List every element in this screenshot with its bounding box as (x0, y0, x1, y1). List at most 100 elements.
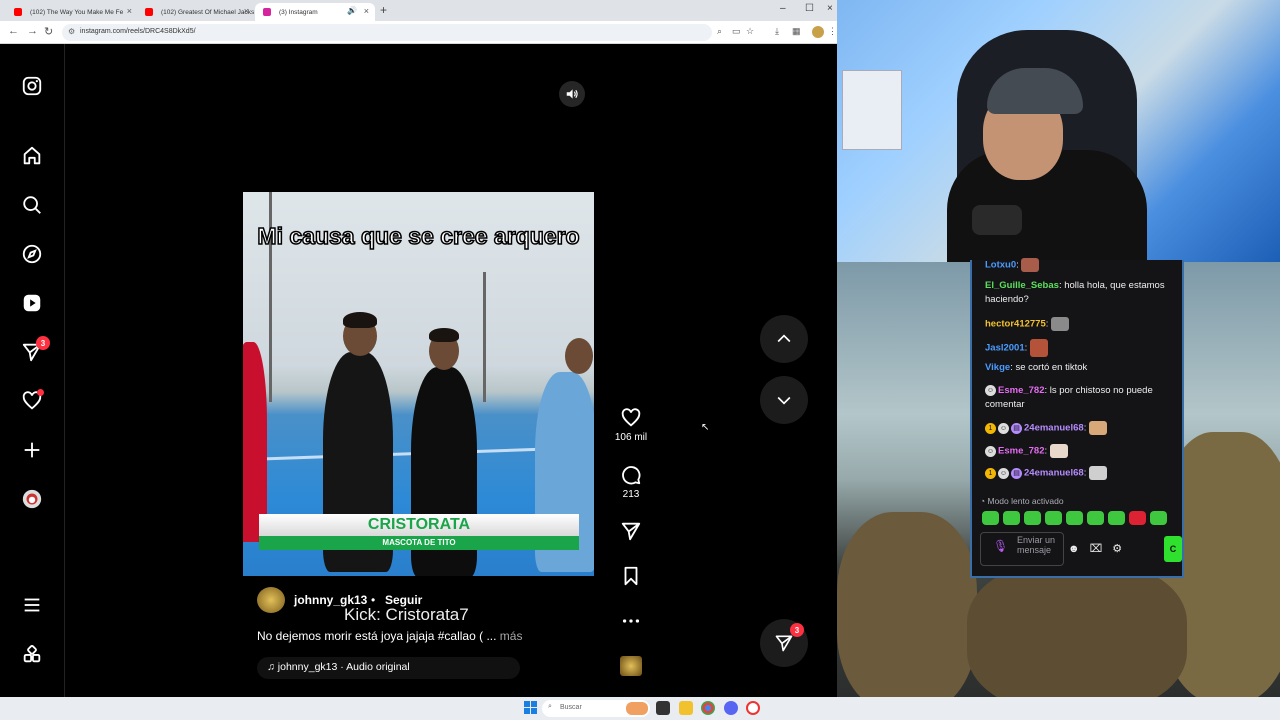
new-tab-button[interactable]: + (380, 3, 387, 17)
reel-player[interactable]: Mi causa que se cree arquero CRISTORATA … (243, 72, 594, 696)
audio-attribution[interactable]: ♫ johnny_gk13 · Audio original (257, 657, 520, 679)
emote-button[interactable] (1129, 511, 1146, 525)
back-icon[interactable]: ← (8, 25, 19, 37)
maximize-icon[interactable]: ☐ (805, 3, 814, 14)
sound-toggle-button[interactable] (559, 81, 585, 107)
tab-youtube-2[interactable]: (102) Greatest Of Michael Jacks × (137, 3, 255, 21)
emote-button[interactable] (982, 511, 999, 525)
reels-icon[interactable] (20, 291, 44, 315)
chat-username[interactable]: El_Guille_Sebas (985, 280, 1059, 291)
tab-youtube-1[interactable]: (102) The Way You Make Me Fe × (6, 3, 138, 21)
author-avatar[interactable] (257, 587, 285, 613)
settings-gear-icon[interactable]: ⚙ (1112, 542, 1122, 556)
gift-icon[interactable]: ⌧ (1090, 542, 1103, 556)
audio-playing-icon[interactable]: 🔊 (347, 6, 357, 15)
previous-reel-button[interactable] (760, 315, 808, 363)
chrome-icon[interactable] (701, 701, 715, 715)
lower-third-subtitle: MASCOTA DE TITO (259, 536, 579, 550)
chat-username[interactable]: hector412775 (985, 319, 1046, 330)
task-view-icon[interactable] (656, 701, 670, 715)
file-explorer-icon[interactable] (679, 701, 693, 715)
instagram-logo-icon[interactable] (20, 74, 44, 98)
share-button[interactable] (612, 520, 650, 545)
save-button[interactable] (612, 565, 650, 590)
chat-send-button[interactable]: C (1164, 536, 1182, 562)
reel-video-frame[interactable]: Mi causa que se cree arquero CRISTORATA … (243, 192, 594, 576)
tab-instagram[interactable]: (3) Instagram 🔊 × (255, 3, 375, 21)
messages-fab[interactable]: 3 (760, 619, 808, 667)
close-tab-icon[interactable]: × (127, 6, 132, 16)
reload-icon[interactable]: ↻ (44, 25, 53, 38)
tab-strip: (102) The Way You Make Me Fe × (102) Gre… (0, 0, 837, 21)
chat-message: Lotxu0: (985, 258, 1175, 273)
forward-icon[interactable]: → (27, 25, 38, 37)
comment-icon (622, 466, 641, 485)
minimize-icon[interactable]: – (780, 3, 786, 14)
chat-message: hector412775: (985, 317, 1175, 332)
chat-username[interactable]: 24emanuel68 (1024, 423, 1084, 434)
home-icon[interactable] (20, 144, 44, 168)
close-window-icon[interactable]: × (827, 3, 833, 14)
chat-username[interactable]: Vikge (985, 362, 1010, 373)
chat-badge-icon: ☺ (985, 384, 996, 396)
download-icon[interactable]: ⤓ (775, 26, 779, 37)
cast-icon[interactable]: ▭ (732, 26, 741, 37)
start-button[interactable] (524, 701, 537, 714)
microphone-icon[interactable]: 🎙 (993, 540, 1008, 552)
close-tab-icon[interactable]: × (364, 6, 369, 16)
extensions-icon[interactable]: ▦ (792, 26, 801, 37)
messages-icon[interactable]: 3 (20, 336, 50, 364)
emote-button[interactable] (1087, 511, 1104, 525)
discord-icon[interactable] (724, 701, 738, 715)
chat-username[interactable]: Esme_782 (998, 385, 1044, 396)
more-link[interactable]: más (500, 629, 523, 643)
like-count: 106 mil (614, 432, 648, 443)
bookmark-star-icon[interactable]: ☆ (746, 26, 754, 37)
emote-button[interactable] (1108, 511, 1125, 525)
taskbar-search[interactable]: ⌕ Buscar (542, 700, 650, 717)
emote-button[interactable] (1003, 511, 1020, 525)
emote-button[interactable] (1066, 511, 1083, 525)
search-icon[interactable] (20, 193, 44, 217)
profile-avatar[interactable] (812, 26, 824, 38)
address-bar[interactable]: ⚙ instagram.com/reels/DRC4S8DkXd5/ (62, 24, 712, 41)
notifications-icon[interactable] (20, 389, 44, 413)
obs-icon[interactable] (746, 701, 760, 715)
profile-avatar[interactable] (20, 487, 44, 511)
chat-username[interactable]: Jasl2001 (985, 343, 1025, 354)
next-reel-button[interactable] (760, 376, 808, 424)
video-caption: Mi causa que se cree arquero (257, 222, 581, 250)
chat-username[interactable]: 24emanuel68 (1024, 468, 1084, 479)
more-options-button[interactable] (612, 610, 650, 635)
chat-username[interactable]: Esme_782 (998, 446, 1044, 457)
chat-input[interactable]: 🎙 Enviar un mensaje (980, 532, 1064, 566)
audio-thumbnail[interactable] (612, 656, 650, 676)
rock (837, 512, 977, 697)
like-button[interactable]: 106 mil (612, 407, 650, 443)
background-shelf (842, 70, 902, 150)
person-head (565, 338, 593, 374)
chat-badge-icon: 1 (985, 467, 996, 479)
close-tab-icon[interactable]: × (244, 6, 249, 16)
windows-taskbar: ⌕ Buscar (0, 697, 1280, 720)
chat-badge-icon: ☺ (985, 445, 996, 457)
create-icon[interactable] (20, 438, 44, 462)
comment-button[interactable]: 213 (612, 464, 650, 500)
chat-message: 1 ☺ ▤ 24emanuel68: (985, 466, 1175, 481)
site-info-icon[interactable]: ⚙ (68, 27, 75, 36)
explore-icon[interactable] (20, 242, 44, 266)
description-ellipsis: ( ... (475, 629, 500, 643)
chat-message: Jasl2001: (985, 339, 1175, 357)
zoom-icon[interactable]: ⌕ (717, 26, 722, 37)
chat-emote (1088, 466, 1107, 480)
menu-dots-icon[interactable]: ⋮ (828, 26, 837, 37)
microphone (972, 205, 1022, 235)
emote-button[interactable] (1150, 511, 1167, 525)
chat-username[interactable]: Lotxu0 (985, 260, 1016, 271)
emote-button[interactable] (1045, 511, 1062, 525)
emote-button[interactable] (1024, 511, 1041, 525)
messages-icon (775, 635, 793, 652)
also-from-meta-icon[interactable] (20, 642, 44, 666)
menu-icon[interactable] (20, 593, 44, 617)
emotes-icon[interactable]: ☻ (1068, 542, 1080, 556)
